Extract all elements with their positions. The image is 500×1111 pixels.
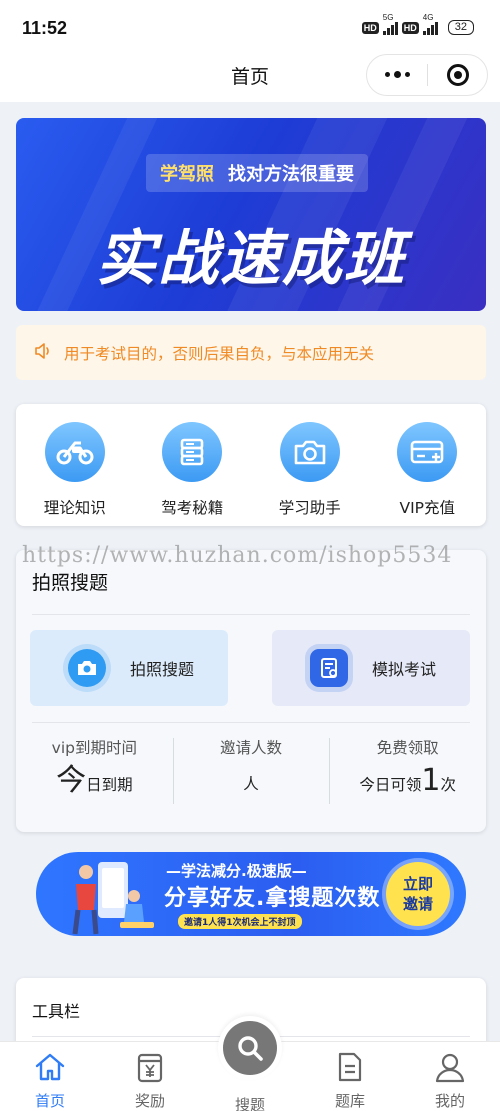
photo-search-card: 拍照搜题 拍照搜题 模拟考试 vip到期时间 今 日到期 邀请人数 人 免费领取 <box>16 550 486 832</box>
hd-badge: HD <box>401 21 419 34</box>
invite-promo-banner[interactable]: —学法减分.极速版— 分享好友.拿搜题次数 邀请1人得1次机会上不封顶 立即 邀… <box>36 852 466 936</box>
card-title: 拍照搜题 <box>32 572 109 594</box>
feature-label: 学习助手 <box>278 499 341 517</box>
camera-icon <box>279 422 340 482</box>
status-indicators: HD 5G HD 4G 32 <box>361 13 474 35</box>
close-miniprogram-icon[interactable] <box>428 64 487 86</box>
reward-icon <box>133 1050 167 1084</box>
tab-profile[interactable]: 我的 <box>400 1042 500 1111</box>
feature-label: 驾考秘籍 <box>161 499 224 517</box>
more-icon[interactable] <box>367 71 427 78</box>
camera-icon <box>68 649 106 687</box>
user-icon <box>433 1050 467 1084</box>
search-fab[interactable] <box>218 1016 282 1080</box>
tab-home[interactable]: 首页 <box>0 1042 100 1111</box>
battery-icon: 32 <box>447 20 474 35</box>
books-icon <box>162 422 223 482</box>
promo-top-text: —学法减分.极速版— <box>166 862 307 880</box>
watermark: https://www.huzhan.com/ishop5534 <box>22 543 453 568</box>
divider <box>32 722 470 723</box>
feature-assistant[interactable]: 学习助手 <box>260 422 360 518</box>
signal-5g-icon: 5G <box>382 13 398 35</box>
feature-theory[interactable]: 理论知识 <box>25 422 125 518</box>
bottom-tab-bar: 首页 奖励 搜题 题库 我的 <box>0 1016 500 1111</box>
feature-tips[interactable]: 驾考秘籍 <box>142 422 242 518</box>
status-bar: 11:52 HD 5G HD 4G 32 <box>0 0 500 52</box>
feature-label: VIP充值 <box>399 499 456 517</box>
promo-sub-text: 邀请1人得1次机会上不封顶 <box>178 914 302 929</box>
hero-banner[interactable]: 学驾照 找对方法很重要 实战速成班 <box>16 118 486 311</box>
banner-tagline: 学驾照 找对方法很重要 <box>146 154 368 192</box>
notice-text: 用于考试目的，否则后果自负，与本应用无关 <box>64 344 375 363</box>
tab-search[interactable]: 搜题 <box>200 1016 300 1111</box>
stat-invite-count: 邀请人数 人 <box>172 736 330 806</box>
mock-exam-button[interactable]: 模拟考试 <box>272 630 470 706</box>
photo-search-button[interactable]: 拍照搜题 <box>30 630 228 706</box>
promo-main-text: 分享好友.拿搜题次数 <box>164 886 381 911</box>
hd-badge: HD <box>361 21 379 34</box>
stats-row: vip到期时间 今 日到期 邀请人数 人 免费领取 今日可领 1 次 <box>16 736 486 806</box>
home-icon <box>33 1050 67 1084</box>
banner-headline: 实战速成班 <box>96 224 406 294</box>
tools-title: 工具栏 <box>32 1002 81 1021</box>
speaker-icon <box>34 342 54 364</box>
navigation-bar: 首页 <box>0 52 500 102</box>
signal-4g-icon: 4G <box>422 13 438 35</box>
stat-free-claim[interactable]: 免费领取 今日可领 1 次 <box>329 736 486 806</box>
feature-vip-recharge[interactable]: VIP充值 <box>377 422 477 518</box>
stat-vip-expiry: vip到期时间 今 日到期 <box>51 739 137 798</box>
notice-bar: 用于考试目的，否则后果自负，与本应用无关 <box>16 325 486 380</box>
search-icon <box>223 1021 277 1075</box>
miniprogram-capsule <box>366 54 488 96</box>
exam-icon <box>310 649 348 687</box>
document-icon <box>333 1050 367 1084</box>
invite-illustration <box>72 862 154 935</box>
card-icon <box>397 422 458 482</box>
divider <box>32 614 470 615</box>
status-time: 11:52 <box>22 18 68 38</box>
invite-now-button[interactable]: 立即 邀请 <box>386 862 450 926</box>
tab-question-bank[interactable]: 题库 <box>300 1042 400 1111</box>
feature-label: 理论知识 <box>43 499 106 517</box>
motorcycle-icon <box>44 422 105 482</box>
feature-grid: 理论知识 驾考秘籍 学习助手 VIP充值 <box>16 404 486 526</box>
tab-reward[interactable]: 奖励 <box>100 1042 200 1111</box>
